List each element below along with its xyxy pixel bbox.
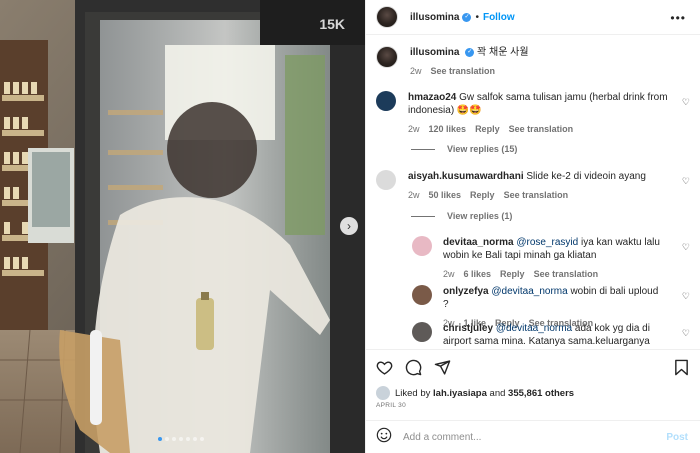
caption-text: 꽉 채운 사월 bbox=[477, 47, 529, 58]
like-comment-icon[interactable]: ♡ bbox=[682, 242, 690, 253]
commenter-avatar[interactable] bbox=[376, 91, 396, 111]
liker-avatar[interactable] bbox=[376, 386, 390, 400]
heart-icon bbox=[376, 361, 393, 375]
more-options-icon[interactable]: ••• bbox=[670, 11, 686, 25]
post-header: illusomina ✓ • Follow ••• bbox=[366, 0, 700, 35]
liked-by-user[interactable]: lah.iyasiapa bbox=[433, 388, 487, 399]
carousel-dot bbox=[158, 437, 162, 441]
divider bbox=[411, 148, 435, 150]
reply-item: devitaa_norma @rose_rasyid iya kan waktu… bbox=[412, 236, 664, 279]
send-icon bbox=[434, 360, 451, 375]
comment-item: aisyah.kusumawardhani Slide ke-2 di vide… bbox=[376, 170, 671, 200]
comment-text: Slide ke-2 di videoin ayang bbox=[526, 171, 646, 182]
emoji-icon bbox=[376, 427, 392, 442]
carousel-dot bbox=[172, 437, 176, 441]
see-translation-button[interactable]: See translation bbox=[431, 66, 496, 76]
reply-item: christjuley @devitaa_norma ada kok yg di… bbox=[412, 322, 664, 347]
carousel-dot bbox=[200, 437, 204, 441]
reply-button[interactable]: Reply bbox=[470, 190, 495, 200]
comment-icon bbox=[405, 359, 422, 376]
like-comment-icon[interactable]: ♡ bbox=[682, 291, 690, 302]
post-photo[interactable]: 15K › bbox=[0, 0, 365, 453]
post-caption: illusomina ✓ 꽉 채운 사월 2w See translation bbox=[376, 46, 529, 76]
commenter-avatar[interactable] bbox=[376, 170, 396, 190]
see-translation-button[interactable]: See translation bbox=[509, 124, 574, 134]
like-comment-icon[interactable]: ♡ bbox=[682, 328, 690, 339]
follow-button[interactable]: Follow bbox=[483, 12, 515, 23]
replier-avatar[interactable] bbox=[412, 236, 432, 256]
liked-by-and: and bbox=[489, 387, 506, 399]
comment-username[interactable]: aisyah.kusumawardhani bbox=[408, 171, 524, 182]
verified-badge-icon: ✓ bbox=[462, 12, 472, 22]
view-replies-label: View replies (1) bbox=[447, 211, 513, 221]
post-date: APRIL 30 bbox=[376, 402, 406, 409]
view-replies-label: View replies (15) bbox=[447, 144, 518, 154]
liked-by-prefix: Liked by bbox=[395, 387, 431, 399]
comment-age: 2w bbox=[408, 190, 420, 200]
comment-age: 2w bbox=[408, 124, 420, 134]
comment-likes[interactable]: 50 likes bbox=[429, 190, 462, 200]
next-slide-button[interactable]: › bbox=[340, 217, 358, 235]
replier-avatar[interactable] bbox=[412, 322, 432, 342]
reply-mention[interactable]: @devitaa_norma bbox=[496, 323, 572, 334]
share-button[interactable] bbox=[434, 359, 451, 376]
add-comment-bar: Post bbox=[366, 420, 700, 453]
carousel-dot bbox=[193, 437, 197, 441]
carousel-dot bbox=[186, 437, 190, 441]
reply-mention[interactable]: @devitaa_norma bbox=[491, 286, 567, 297]
like-comment-icon[interactable]: ♡ bbox=[682, 176, 690, 187]
reply-likes[interactable]: 6 likes bbox=[464, 269, 492, 279]
reply-age: 2w bbox=[443, 269, 455, 279]
author-username[interactable]: illusomina bbox=[410, 12, 459, 23]
view-replies-button[interactable]: View replies (1) bbox=[411, 211, 512, 221]
author-avatar[interactable] bbox=[376, 6, 398, 28]
see-translation-button[interactable]: See translation bbox=[504, 190, 569, 200]
comment-button[interactable] bbox=[405, 359, 422, 376]
divider bbox=[411, 215, 435, 217]
carousel-dot bbox=[165, 437, 169, 441]
reply-button[interactable]: Reply bbox=[500, 269, 525, 279]
save-button[interactable] bbox=[674, 359, 689, 376]
caption-age: 2w bbox=[410, 66, 422, 76]
photo-image: 15K bbox=[0, 0, 365, 453]
comments-list[interactable]: illusomina ✓ 꽉 채운 사월 2w See translation … bbox=[366, 36, 700, 347]
carousel-dots bbox=[158, 437, 204, 441]
reply-username[interactable]: christjuley bbox=[443, 323, 493, 334]
caption-username[interactable]: illusomina bbox=[410, 47, 459, 58]
liked-by-line: Liked by lah.iyasiapa and 355,861 others bbox=[376, 386, 574, 400]
bookmark-icon bbox=[675, 359, 688, 376]
comment-input[interactable] bbox=[403, 431, 653, 443]
carousel-dot bbox=[179, 437, 183, 441]
post-actions: Liked by lah.iyasiapa and 355,861 others… bbox=[366, 349, 700, 409]
author-avatar[interactable] bbox=[376, 46, 398, 68]
like-button[interactable] bbox=[376, 359, 393, 376]
emoji-button[interactable] bbox=[376, 427, 392, 448]
comment-item: hmazao24 Gw salfok sama tulisan jamu (he… bbox=[376, 91, 671, 134]
reply-username[interactable]: devitaa_norma bbox=[443, 237, 514, 248]
post-details-panel: illusomina ✓ • Follow ••• illusomina ✓ 꽉… bbox=[365, 0, 700, 453]
comment-username[interactable]: hmazao24 bbox=[408, 92, 456, 103]
verified-badge-icon: ✓ bbox=[465, 47, 475, 57]
see-translation-button[interactable]: See translation bbox=[534, 269, 599, 279]
post-comment-button[interactable]: Post bbox=[666, 432, 688, 443]
separator: • bbox=[475, 11, 479, 23]
chevron-right-icon: › bbox=[347, 219, 351, 233]
view-replies-button[interactable]: View replies (15) bbox=[411, 144, 517, 154]
replier-avatar[interactable] bbox=[412, 285, 432, 305]
reply-username[interactable]: onlyzefya bbox=[443, 286, 489, 297]
comment-likes[interactable]: 120 likes bbox=[429, 124, 467, 134]
like-comment-icon[interactable]: ♡ bbox=[682, 97, 690, 108]
likes-count-link[interactable]: 355,861 others bbox=[508, 388, 574, 399]
reply-mention[interactable]: @rose_rasyid bbox=[516, 237, 578, 248]
reply-button[interactable]: Reply bbox=[475, 124, 500, 134]
sign-text: 15K bbox=[319, 16, 345, 32]
